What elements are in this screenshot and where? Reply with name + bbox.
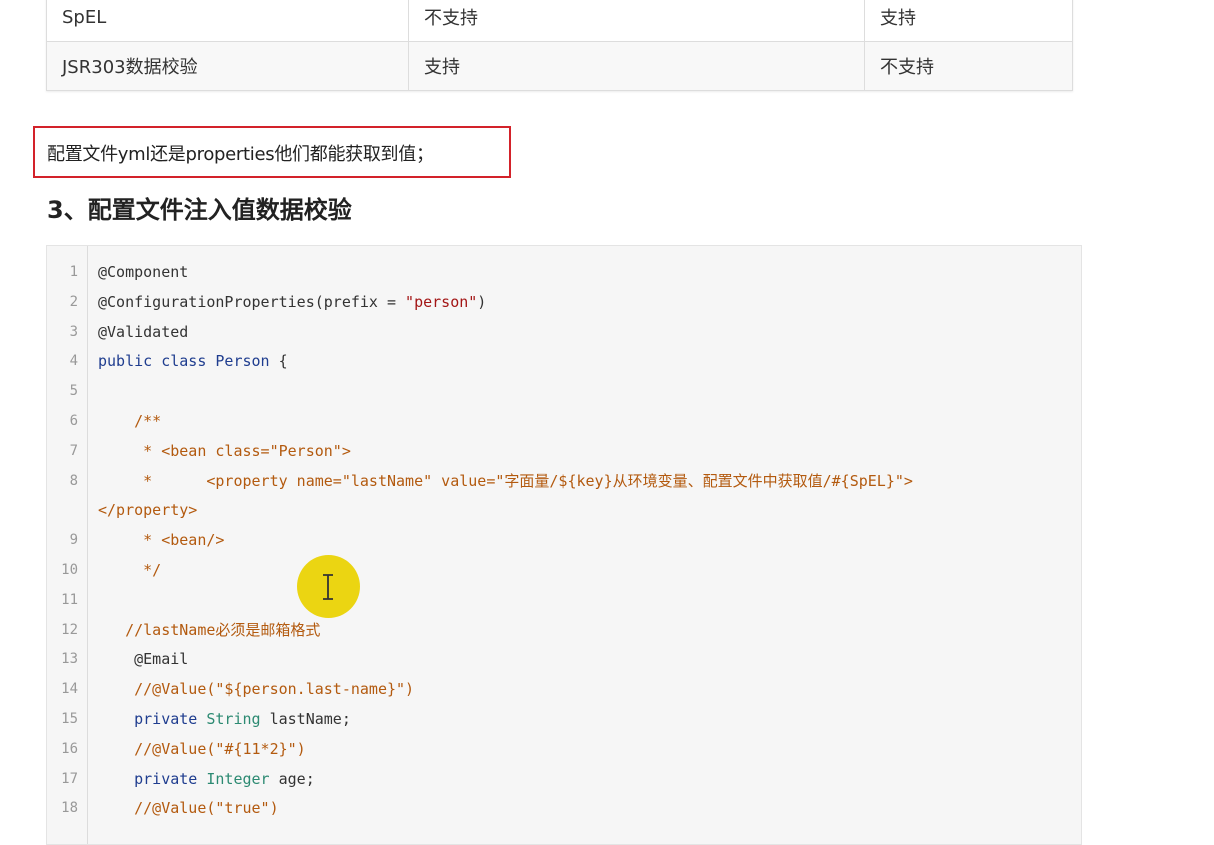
code-line: 1 @Component xyxy=(47,258,1081,288)
comparison-table: SpEL 不支持 支持 JSR303数据校验 支持 不支持 xyxy=(46,0,1073,91)
code-line: 13 @Email xyxy=(47,645,1081,675)
code-token: * <bean/> xyxy=(98,531,225,550)
code-text: /** xyxy=(98,407,161,437)
text-cursor-icon xyxy=(323,574,333,600)
code-text: //lastName必须是邮箱格式 xyxy=(98,616,320,646)
code-token: public class xyxy=(98,352,216,371)
table-row: SpEL 不支持 支持 xyxy=(46,0,1073,42)
code-line: 14 //@Value("${person.last-name}") xyxy=(47,675,1081,705)
code-token: age; xyxy=(269,769,315,788)
line-number: 16 xyxy=(61,740,78,757)
line-number: 18 xyxy=(61,800,78,817)
table-row: JSR303数据校验 支持 不支持 xyxy=(46,41,1073,91)
code-token: Person xyxy=(215,352,270,371)
code-line: 9 * <bean/> xyxy=(47,526,1081,556)
code-text: */ xyxy=(98,556,161,586)
line-number: 1 xyxy=(69,264,78,280)
line-number: 4 xyxy=(69,353,78,370)
code-token: */ xyxy=(98,560,162,579)
code-text: </property> xyxy=(98,501,198,520)
line-number: 9 xyxy=(69,532,78,549)
code-line: 8 * <property name="lastName" value="字面量… xyxy=(47,467,1081,497)
code-text: * <bean class="Person"> xyxy=(98,437,351,467)
line-number: 3 xyxy=(69,323,78,340)
line-number: 13 xyxy=(61,651,78,668)
code-text: //@Value("true") xyxy=(98,794,279,824)
code-line: 17 private Integer age; xyxy=(47,765,1081,795)
code-token: @Validated xyxy=(98,322,189,341)
code-token: @ConfigurationProperties(prefix = xyxy=(98,292,406,311)
code-line: 7 * <bean class="Person"> xyxy=(47,437,1081,467)
table-cell-value: 支持 xyxy=(408,41,865,91)
code-text: //@Value("${person.last-name}") xyxy=(98,675,414,705)
code-token: private xyxy=(98,769,207,788)
code-token: lastName; xyxy=(260,709,351,728)
code-text: public class Person { xyxy=(98,347,288,377)
line-number: 14 xyxy=(61,681,78,698)
code-token: /** xyxy=(98,411,162,430)
code-line: 12 //lastName必须是邮箱格式 xyxy=(47,616,1081,646)
code-token: * <property name="lastName" value="字面量/$… xyxy=(98,471,913,490)
code-token: { xyxy=(269,352,288,371)
code-text: * <property name="lastName" value="字面量/$… xyxy=(98,467,913,497)
table-cell-feature: JSR303数据校验 xyxy=(46,41,409,91)
code-token: @Email xyxy=(98,650,189,669)
line-number: 7 xyxy=(69,442,78,459)
code-text: * <bean/> xyxy=(98,526,224,556)
code-token: Integer xyxy=(206,769,270,788)
code-token: * <bean class="Person"> xyxy=(98,441,351,460)
code-line: 15 private String lastName; xyxy=(47,705,1081,735)
table-cell-value: 不支持 xyxy=(408,0,865,42)
code-token: ) xyxy=(477,292,487,311)
code-token: //@Value("${person.last-name}") xyxy=(98,680,415,699)
code-token: "person" xyxy=(405,292,478,311)
code-line: 5 xyxy=(47,377,1081,407)
code-line: 11 xyxy=(47,586,1081,616)
code-text: private Integer age; xyxy=(98,765,315,795)
code-text: //@Value("#{11*2}") xyxy=(98,735,306,765)
table-cell-feature: SpEL xyxy=(46,0,409,42)
code-token: @Component xyxy=(98,263,189,281)
code-line: 10 */ xyxy=(47,556,1081,586)
line-number: 5 xyxy=(69,383,78,400)
code-line: 18 //@Value("true") xyxy=(47,794,1081,824)
note-text: 配置文件yml还是properties他们都能获取到值； xyxy=(47,144,434,165)
code-line-continuation: </property> xyxy=(47,496,1081,526)
code-line: 6 /** xyxy=(47,407,1081,437)
table-cell-value: 支持 xyxy=(864,0,1073,42)
code-block: 1 @Component 2 @ConfigurationProperties(pre… xyxy=(46,245,1082,845)
table-cell-value: 不支持 xyxy=(864,41,1073,91)
code-text: @Email xyxy=(98,645,188,675)
code-token: private xyxy=(98,709,207,728)
code-lines: 1 @Component 2 @ConfigurationProperties(pre… xyxy=(47,258,1081,824)
section-title: 3、配置文件注入值数据校验 xyxy=(47,196,352,224)
code-line: 16 //@Value("#{11*2}") xyxy=(47,735,1081,765)
code-text: private String lastName; xyxy=(98,705,351,735)
line-number: 11 xyxy=(61,591,78,608)
line-number: 2 xyxy=(69,293,78,310)
code-token: //@Value("true") xyxy=(98,799,279,818)
line-number: 10 xyxy=(61,561,78,578)
code-text: @ConfigurationProperties(prefix = "perso… xyxy=(98,288,486,318)
line-number: 12 xyxy=(61,621,78,638)
line-number: 8 xyxy=(69,472,78,489)
code-text: @Validated xyxy=(98,318,188,348)
code-token: //lastName必须是邮箱格式 xyxy=(98,620,321,639)
code-line: 3 @Validated xyxy=(47,318,1081,348)
line-number: 15 xyxy=(61,710,78,727)
code-text: @Component xyxy=(98,258,188,288)
code-token: //@Value("#{11*2}") xyxy=(98,739,306,758)
line-number: 17 xyxy=(61,770,78,787)
code-token: String xyxy=(206,709,261,728)
line-number: 6 xyxy=(69,412,78,429)
code-line: 4 public class Person { xyxy=(47,347,1081,377)
code-line: 2 @ConfigurationProperties(prefix = "pers… xyxy=(47,288,1081,318)
